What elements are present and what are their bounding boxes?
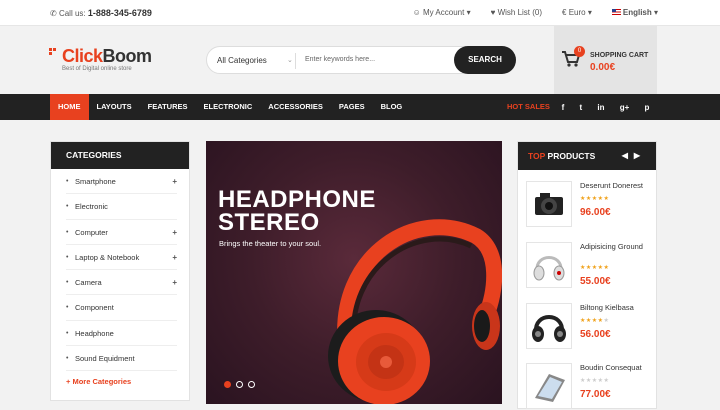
- product-price: 77.00€: [580, 389, 611, 400]
- social-links: f t in g+ p: [554, 94, 657, 120]
- chevron-down-icon: ▾: [587, 8, 592, 17]
- bullet-icon: •: [66, 279, 69, 287]
- product-card[interactable]: Biltong Kielbasa ★★★★★ 56.00€: [526, 303, 651, 353]
- top-products-panel: TOP PRODUCTS ◀▶ Deserunt Donerest ★★★★★ …: [517, 141, 657, 409]
- main-nav: HOME LAYOUTS FEATURES ELECTRONIC ACCESSO…: [0, 94, 720, 120]
- categories-panel: CATEGORIES • Smartphone + • Electronic • Com…: [50, 141, 190, 401]
- wishlist-link[interactable]: ♥ Wish List (0): [491, 8, 542, 17]
- category-item[interactable]: • Headphone: [66, 321, 177, 347]
- call-label: Call us:: [58, 9, 86, 18]
- prev-arrow-icon[interactable]: ◀: [622, 151, 634, 160]
- phone-icon: ✆: [50, 9, 57, 18]
- uk-flag-icon: [611, 9, 621, 15]
- next-arrow-icon[interactable]: ▶: [634, 151, 646, 160]
- carousel-dot[interactable]: [224, 381, 231, 388]
- logo-name-part1: Click: [62, 46, 103, 66]
- nav-home[interactable]: HOME: [50, 94, 89, 120]
- category-item[interactable]: • Computer +: [66, 220, 177, 245]
- shopping-cart[interactable]: 0 SHOPPING CART 0.00€: [554, 26, 657, 94]
- user-icon: ☺: [412, 8, 421, 17]
- product-card[interactable]: Boudin Consequat ★★★★★ 77.00€: [526, 363, 651, 410]
- nav-features[interactable]: FEATURES: [140, 94, 196, 120]
- category-select[interactable]: All Categories: [217, 56, 267, 65]
- language-selector[interactable]: English ▾: [611, 8, 658, 17]
- category-item[interactable]: • Component: [66, 295, 177, 321]
- expand-icon[interactable]: +: [172, 220, 177, 245]
- more-categories-link[interactable]: + More Categories: [51, 377, 189, 386]
- expand-icon[interactable]: +: [172, 245, 177, 270]
- heart-icon: ♥: [490, 8, 496, 17]
- tablet-icon[interactable]: [526, 363, 572, 409]
- product-card[interactable]: Adipisicing Ground ★★★★★ 55.00€: [526, 242, 651, 292]
- header: ClickBoom Best of Digital online store A…: [0, 26, 720, 94]
- bullet-icon: •: [66, 355, 69, 363]
- my-account-link[interactable]: ☺ My Account ▾: [413, 8, 471, 17]
- facebook-icon[interactable]: f: [562, 103, 565, 112]
- search-bar: All Categories ⌄ Enter keywords here... …: [206, 46, 516, 74]
- carousel-dot[interactable]: [248, 381, 255, 388]
- product-name[interactable]: Biltong Kielbasa: [580, 303, 652, 313]
- category-item[interactable]: • Smartphone +: [66, 169, 177, 195]
- top-products-title: TOP PRODUCTS ◀▶: [518, 142, 656, 170]
- category-item[interactable]: • Camera +: [66, 270, 177, 296]
- headphone-image: [328, 219, 502, 404]
- headphones-icon[interactable]: [526, 303, 572, 349]
- chevron-down-icon: ▾: [466, 8, 471, 17]
- google-plus-icon[interactable]: g+: [620, 103, 630, 112]
- product-name[interactable]: Boudin Consequat: [580, 363, 652, 373]
- chevron-down-icon: ⌄: [287, 57, 293, 64]
- carousel-dots: [224, 381, 255, 388]
- category-item[interactable]: • Laptop & Notebook +: [66, 245, 177, 271]
- logo-name-part2: Boom: [102, 46, 153, 66]
- nav-hot-sales[interactable]: HOT SALES: [507, 94, 550, 120]
- banner-title-line2: STEREO: [218, 209, 320, 236]
- product-card[interactable]: Deserunt Donerest ★★★★★ 96.00€: [526, 181, 651, 231]
- phone-number: 1-888-345-6789: [87, 8, 152, 18]
- logo-mark-icon: [49, 48, 59, 58]
- pinterest-icon[interactable]: p: [645, 103, 650, 112]
- product-price: 56.00€: [580, 329, 611, 340]
- product-price: 55.00€: [580, 276, 611, 287]
- twitter-icon[interactable]: t: [580, 103, 583, 112]
- call-us: ✆ Call us: 1-888-345-6789: [50, 8, 152, 18]
- camera-icon[interactable]: [526, 181, 572, 227]
- nav-layouts[interactable]: LAYOUTS: [89, 94, 140, 120]
- rating-stars: ★★★★★: [580, 378, 610, 384]
- product-name[interactable]: Deserunt Donerest: [580, 181, 652, 191]
- nav-accessories[interactable]: ACCESSORIES: [260, 94, 331, 120]
- rating-stars: ★★★★★: [580, 196, 610, 202]
- hero-banner[interactable]: HEADPHONE STEREO Brings the theater to y…: [206, 141, 502, 404]
- bullet-icon: •: [66, 228, 69, 236]
- product-price: 96.00€: [580, 207, 611, 218]
- category-item[interactable]: • Electronic: [66, 194, 177, 220]
- logo[interactable]: ClickBoom Best of Digital online store: [49, 46, 153, 72]
- search-button[interactable]: SEARCH: [454, 46, 516, 74]
- bullet-icon: •: [66, 253, 69, 261]
- cart-amount: 0.00€: [590, 62, 616, 73]
- nav-pages[interactable]: PAGES: [331, 94, 373, 120]
- chevron-down-icon: ▾: [653, 8, 658, 17]
- bullet-icon: •: [66, 329, 69, 337]
- rating-stars: ★★★★★: [580, 265, 610, 271]
- currency-selector[interactable]: € Euro ▾: [562, 8, 592, 17]
- cart-count-badge: 0: [574, 46, 585, 57]
- bullet-icon: •: [66, 178, 69, 185]
- carousel-dot[interactable]: [236, 381, 243, 388]
- nav-electronic[interactable]: ELECTRONIC: [196, 94, 261, 120]
- cart-label: SHOPPING CART: [590, 52, 649, 59]
- categories-title: CATEGORIES: [51, 142, 189, 169]
- linkedin-icon[interactable]: in: [597, 103, 604, 112]
- headphones-icon[interactable]: [526, 242, 572, 288]
- bullet-icon: •: [66, 304, 69, 312]
- expand-icon[interactable]: +: [172, 270, 177, 295]
- top-bar: ✆ Call us: 1-888-345-6789 ☺ My Account ▾…: [0, 0, 720, 26]
- rating-stars: ★★★★★: [580, 318, 610, 324]
- category-item[interactable]: • Sound Equidment: [66, 346, 177, 372]
- product-name[interactable]: Adipisicing Ground: [580, 242, 652, 252]
- search-input[interactable]: Enter keywords here...: [305, 56, 375, 63]
- nav-blog[interactable]: BLOG: [373, 94, 411, 120]
- bullet-icon: •: [66, 203, 69, 211]
- expand-icon[interactable]: +: [172, 169, 177, 194]
